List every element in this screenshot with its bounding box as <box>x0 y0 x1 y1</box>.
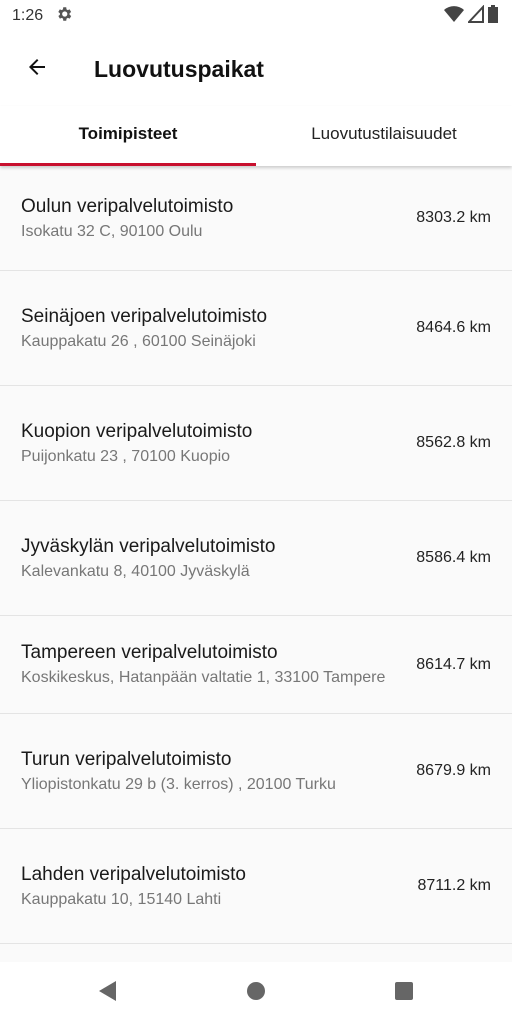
office-address: Kauppakatu 10, 15140 Lahti <box>21 890 222 908</box>
app-bar: Luovutuspaikat <box>0 32 512 106</box>
office-name: Tampereen veripalvelutoimisto <box>21 642 278 663</box>
office-name: Seinäjoen veripalvelutoimisto <box>21 305 268 327</box>
office-distance: 8586.4 km <box>416 549 491 566</box>
nav-home-icon <box>246 981 266 1006</box>
nav-recents-icon <box>394 981 414 1006</box>
list-item[interactable]: Lahden veripalvelutoimisto Kauppakatu 10… <box>0 829 512 944</box>
list-item[interactable]: Oulun veripalvelutoimisto Isokatu 32 C, … <box>0 166 512 271</box>
office-address: Puijonkatu 23 , 70100 Kuopio <box>21 447 231 465</box>
tab-toimipisteet[interactable]: Toimipisteet <box>0 106 256 166</box>
nav-back-icon <box>98 980 118 1007</box>
office-name: Turun veripalvelutoimisto <box>21 748 232 770</box>
office-address: Isokatu 32 C, 90100 Oulu <box>21 222 203 240</box>
item-text: Kuopion veripalvelutoimisto Puijonkatu 2… <box>21 420 416 467</box>
tab-bar: Toimipisteet Luovutustilaisuudet <box>0 106 512 166</box>
item-text: Turun veripalvelutoimisto Yliopistonkatu… <box>21 748 416 795</box>
office-distance: 8614.7 km <box>416 655 491 673</box>
list-item[interactable]: Kuopion veripalvelutoimisto Puijonkatu 2… <box>0 386 512 501</box>
battery-icon <box>488 4 498 28</box>
nav-back-button[interactable] <box>34 962 182 1024</box>
office-address: Koskikeskus, Hatanpään valtatie 1, 33100… <box>21 669 386 686</box>
status-left: 1:26 <box>12 5 73 28</box>
item-text: Oulun veripalvelutoimisto Isokatu 32 C, … <box>21 195 416 242</box>
office-list: Oulun veripalvelutoimisto Isokatu 32 C, … <box>0 166 512 962</box>
item-text: Jyväskylän veripalvelutoimisto Kalevanka… <box>21 535 416 582</box>
office-name: Kuopion veripalvelutoimisto <box>21 420 253 442</box>
nav-home-button[interactable] <box>182 962 330 1024</box>
list-item[interactable]: Jyväskylän veripalvelutoimisto Kalevanka… <box>0 501 512 616</box>
list-item[interactable]: Turun veripalvelutoimisto Yliopistonkatu… <box>0 714 512 829</box>
office-name: Oulun veripalvelutoimisto <box>21 195 234 217</box>
office-name: Lahden veripalvelutoimisto <box>21 863 246 885</box>
office-distance: 8562.8 km <box>416 434 491 451</box>
item-text: Lahden veripalvelutoimisto Kauppakatu 10… <box>21 863 417 910</box>
gear-icon <box>55 5 73 28</box>
office-address: Kalevankatu 8, 40100 Jyväskylä <box>21 562 250 580</box>
office-distance: 8464.6 km <box>416 319 491 336</box>
office-distance: 8679.9 km <box>416 762 491 779</box>
list-item[interactable]: Seinäjoen veripalvelutoimisto Kauppakatu… <box>0 271 512 386</box>
status-right <box>444 3 498 28</box>
status-bar: 1:26 <box>0 0 512 32</box>
office-distance: 8303.2 km <box>416 209 491 226</box>
office-name: Jyväskylän veripalvelutoimisto <box>21 535 276 557</box>
system-nav-bar <box>0 962 512 1024</box>
nav-recents-button[interactable] <box>330 962 478 1024</box>
page-title: Luovutuspaikat <box>94 55 264 82</box>
status-time: 1:26 <box>12 7 44 24</box>
back-arrow-icon <box>25 55 49 84</box>
tab-luovutustilaisuudet[interactable]: Luovutustilaisuudet <box>256 106 512 166</box>
office-distance: 8711.2 km <box>417 877 491 894</box>
office-address: Kauppakatu 26 , 60100 Seinäjoki <box>21 332 256 350</box>
wifi-icon <box>444 5 464 28</box>
signal-icon <box>466 3 484 28</box>
back-button[interactable] <box>17 49 57 89</box>
list-item[interactable]: Tampereen veripalvelutoimisto Koskikesku… <box>0 616 512 714</box>
office-address: Yliopistonkatu 29 b (3. kerros) , 20100 … <box>21 775 336 793</box>
item-text: Seinäjoen veripalvelutoimisto Kauppakatu… <box>21 305 416 352</box>
item-text: Tampereen veripalvelutoimisto Koskikesku… <box>21 641 416 688</box>
